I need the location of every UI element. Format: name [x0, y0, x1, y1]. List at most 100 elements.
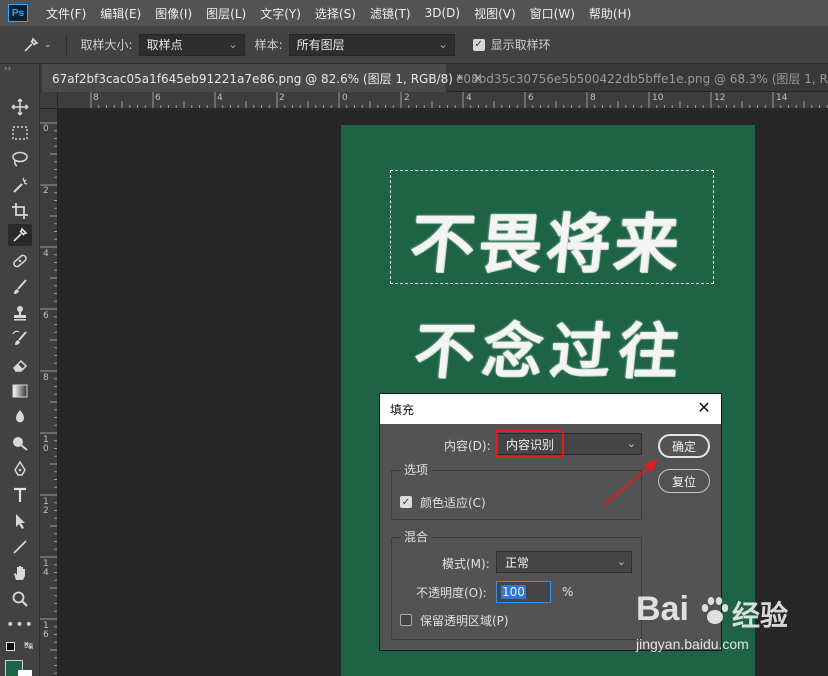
show-ring-label: 显示取样环 [490, 38, 551, 52]
annotation-arrow [603, 459, 658, 506]
annotation-highlight-box [496, 430, 564, 458]
opacity-value: 100 [501, 585, 526, 599]
menu-help[interactable]: 帮助(H) [589, 5, 631, 22]
options-bar: ⌄ 取样大小: 取样点 ⌄ 样本: 所有图层 ⌄ ✓ 显示取样环 [0, 26, 828, 64]
chevron-down-icon: ⌄ [228, 37, 238, 51]
preserve-transparency-label: 保留透明区域(P) [420, 614, 509, 628]
reset-button[interactable]: 复位 [658, 469, 710, 493]
menu-image[interactable]: 图像(I) [155, 5, 192, 22]
chevron-down-icon: ⌄ [44, 39, 52, 50]
menu-layer[interactable]: 图层(L) [206, 5, 246, 22]
sample-size-label: 取样大小: [80, 38, 133, 52]
ruler-label: 1 6 [43, 621, 49, 640]
dodge-tool-icon[interactable] [8, 432, 32, 454]
brush-tool-icon[interactable] [8, 276, 32, 298]
sample-size-select[interactable]: 取样点 ⌄ [138, 33, 245, 56]
chevron-down-icon: ⌄ [438, 37, 448, 51]
dialog-title-bar[interactable]: 填充 [380, 394, 721, 424]
ruler-label: 1 0 [43, 435, 49, 454]
menu-3d[interactable]: 3D(D) [425, 6, 460, 20]
document-tab-active[interactable]: 67af2bf3cac05a1f645eb91221a7e86.png @ 82… [42, 64, 483, 92]
ruler-label: 4 [43, 249, 49, 259]
opacity-unit: % [562, 585, 574, 599]
ok-button[interactable]: 确定 [658, 434, 710, 458]
menu-filter[interactable]: 滤镜(T) [370, 5, 411, 22]
menu-edit[interactable]: 编辑(E) [100, 5, 141, 22]
horizontal-ruler[interactable]: 8 6 4 2 0 2 4 6 8 10 12 14 [58, 92, 828, 109]
close-icon[interactable]: ✕ [695, 399, 713, 417]
default-colors-icon[interactable] [6, 642, 15, 651]
show-ring-checkbox[interactable]: ✓ [472, 38, 485, 51]
ruler-label: 14 [776, 93, 788, 103]
magic-wand-tool-icon[interactable] [8, 174, 32, 196]
hand-tool-icon[interactable] [8, 562, 32, 584]
baidu-jingyan-watermark: Bai 经验 jingyan.baidu.com [632, 590, 828, 658]
divider [65, 33, 67, 56]
path-selection-tool-icon[interactable] [8, 510, 32, 532]
ruler-origin[interactable] [40, 92, 58, 109]
vertical-ruler[interactable]: 0 2 4 6 8 1 0 1 2 1 4 1 6 [40, 109, 58, 676]
type-tool-icon[interactable] [8, 484, 32, 506]
ruler-label: 4 [217, 93, 223, 103]
ruler-label: 12 [714, 93, 726, 103]
eraser-tool-icon[interactable] [8, 354, 32, 376]
color-adapt-label: 颜色适应(C) [420, 496, 486, 510]
swap-colors-icon[interactable]: ↹ [24, 639, 33, 652]
menu-type[interactable]: 文字(Y) [260, 5, 301, 22]
menu-select[interactable]: 选择(S) [315, 5, 356, 22]
options-group-label: 选项 [401, 461, 432, 478]
ruler-label: 0 [43, 124, 49, 134]
ruler-label: 10 [652, 93, 664, 103]
ruler-label: 4 [466, 93, 472, 103]
ruler-label: 2 [279, 93, 285, 103]
pen-tool-icon[interactable] [8, 458, 32, 480]
color-adapt-checkbox[interactable]: ✓ [400, 496, 412, 508]
document-tabs: 67af2bf3cac05a1f645eb91221a7e86.png @ 82… [40, 64, 828, 92]
mode-label: 模式(M): [442, 557, 490, 571]
crop-tool-icon[interactable] [8, 200, 32, 222]
ruler-label: 0 [342, 93, 348, 103]
eyedropper-preset-icon[interactable]: ⌄ [22, 36, 52, 54]
sample-select[interactable]: 所有图层 ⌄ [288, 33, 455, 56]
menu-bar: Ps 文件(F) 编辑(E) 图像(I) 图层(L) 文字(Y) 选择(S) 滤… [0, 0, 828, 26]
gradient-tool-icon[interactable] [8, 380, 32, 402]
content-label: 内容(D): [444, 439, 491, 453]
chevron-down-icon: ⌄ [626, 437, 636, 450]
mode-select[interactable]: 正常 ⌄ [496, 551, 632, 573]
healing-brush-tool-icon[interactable] [8, 250, 32, 272]
lasso-tool-icon[interactable] [8, 148, 32, 170]
document-tab-inactive[interactable]: e08bd35c30756e5b500422db5bffe1e.png @ 68… [446, 64, 828, 92]
history-brush-tool-icon[interactable] [8, 328, 32, 350]
clone-stamp-tool-icon[interactable] [8, 302, 32, 324]
eyedropper-tool-icon[interactable] [8, 224, 32, 246]
ruler-label: 8 [43, 373, 49, 383]
ruler-label: 6 [528, 93, 534, 103]
menu-window[interactable]: 窗口(W) [530, 5, 575, 22]
opacity-input[interactable]: 100 [496, 581, 551, 603]
marquee-tool-icon[interactable] [8, 122, 32, 144]
menu-view[interactable]: 视图(V) [474, 5, 516, 22]
more-tools-icon[interactable]: ••• [6, 614, 33, 636]
ruler-label: 6 [43, 311, 49, 321]
watermark-cn-text: 经验 [732, 599, 789, 632]
photoshop-logo: Ps [8, 4, 28, 22]
zoom-tool-icon[interactable] [8, 588, 32, 610]
sample-value: 所有图层 [296, 38, 345, 52]
sample-label: 样本: [254, 38, 283, 52]
ruler-label: 1 2 [43, 497, 49, 516]
chalk-text-line-2: 不念过往 [410, 317, 691, 387]
opacity-label: 不透明度(O): [416, 586, 487, 600]
line-tool-icon[interactable] [8, 536, 32, 558]
tab-title: 67af2bf3cac05a1f645eb91221a7e86.png @ 82… [52, 71, 463, 86]
mode-value: 正常 [505, 555, 530, 570]
ruler-label: 1 4 [43, 559, 49, 578]
chevron-down-icon: ⌄ [616, 555, 626, 568]
preserve-transparency-checkbox[interactable] [400, 614, 412, 626]
watermark-logo-text: Bai [636, 590, 689, 628]
tools-panel: ›› ••• ↹ [0, 64, 40, 676]
move-tool-icon[interactable] [8, 96, 32, 118]
menu-file[interactable]: 文件(F) [46, 5, 86, 22]
background-color-swatch[interactable] [18, 670, 32, 676]
collapse-icon[interactable]: ›› [4, 64, 11, 74]
blur-tool-icon[interactable] [8, 406, 32, 428]
